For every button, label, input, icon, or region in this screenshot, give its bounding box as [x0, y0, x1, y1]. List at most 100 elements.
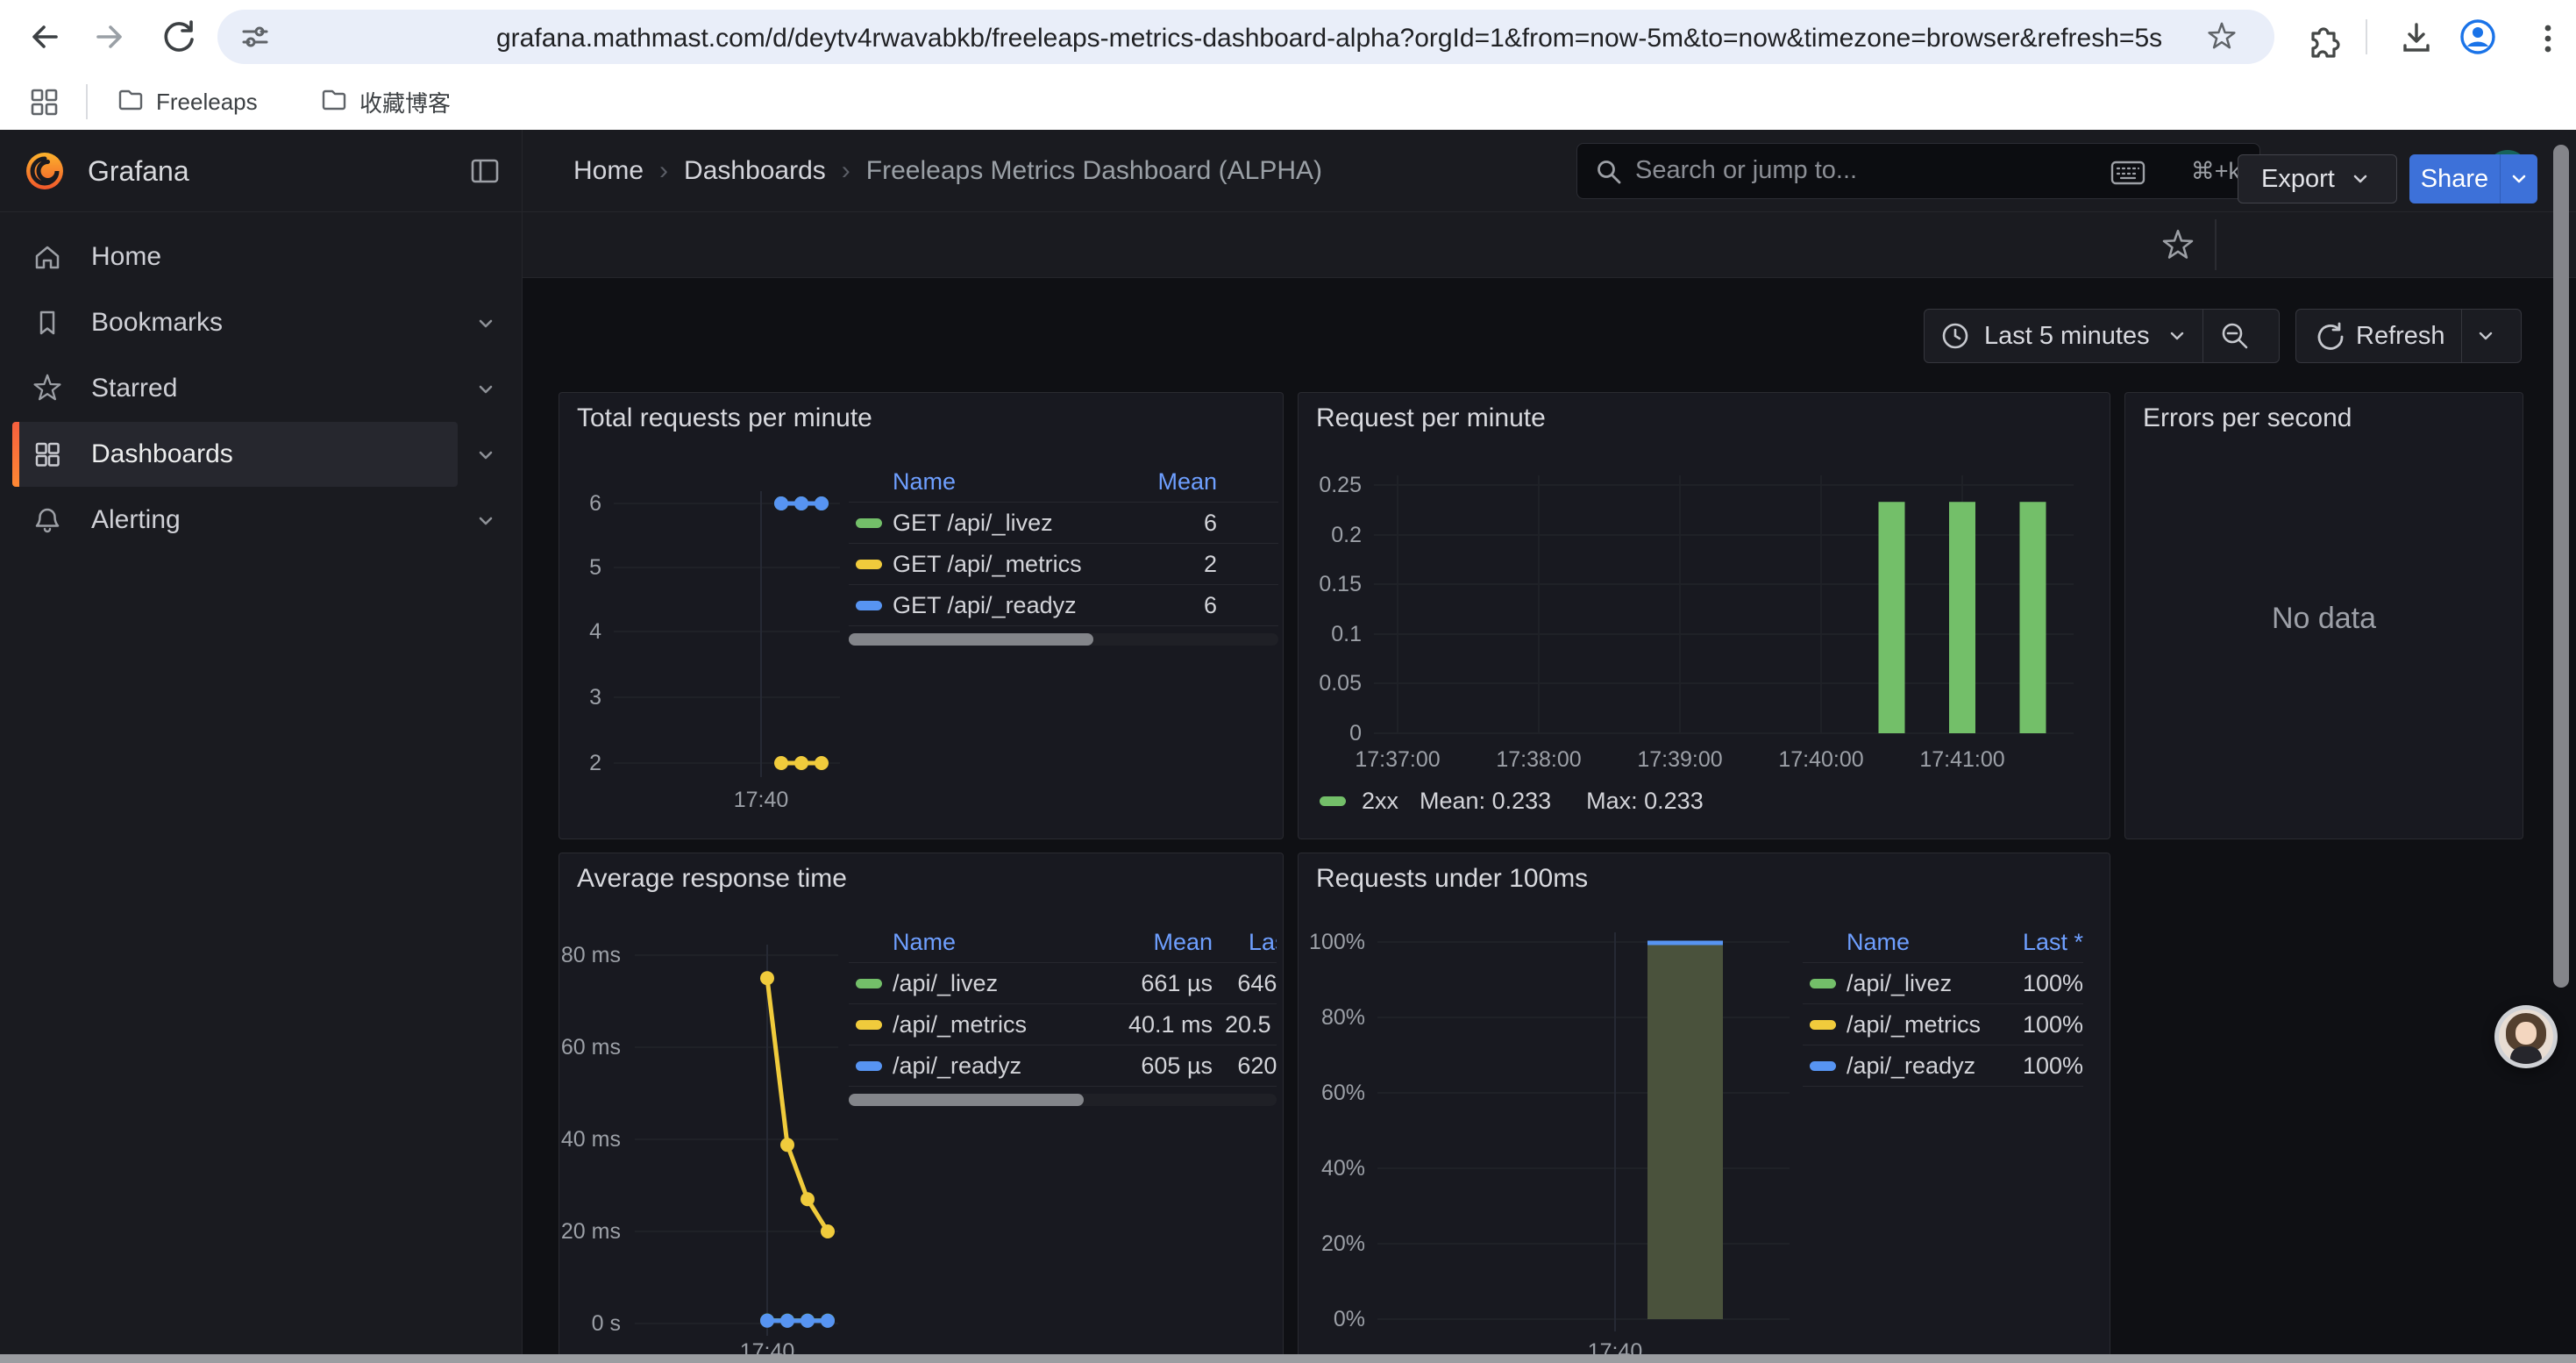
- sidebar-item-alerting[interactable]: Alerting: [0, 488, 523, 553]
- url-text[interactable]: grafana.mathmast.com/d/deytv4rwavabkb/fr…: [496, 23, 2364, 54]
- panel-total-requests-per-minute: Total requests per minute 6543217:40Name…: [559, 392, 1284, 839]
- legend-cell: 2: [1121, 551, 1217, 578]
- extensions-icon[interactable]: [2302, 19, 2341, 58]
- chevron-down-icon: [2508, 168, 2530, 190]
- sidebar-item-bookmarks[interactable]: Bookmarks: [0, 290, 523, 355]
- y-axis-tick: 100%: [1299, 928, 1365, 956]
- share-button[interactable]: Share: [2409, 154, 2537, 203]
- share-menu-button[interactable]: [2500, 154, 2537, 203]
- forward-icon[interactable]: [91, 18, 130, 56]
- toolbar-divider: [2366, 19, 2367, 54]
- legend-cell: 100%: [1996, 1011, 2083, 1038]
- button-divider: [2461, 310, 2462, 362]
- chevron-down-icon[interactable]: [473, 311, 498, 336]
- y-axis-tick: 0%: [1299, 1305, 1365, 1333]
- site-settings-icon[interactable]: [238, 20, 272, 54]
- panel-title[interactable]: Errors per second: [2143, 403, 2352, 433]
- legend-row[interactable]: /api/_metrics100%: [1803, 1004, 2083, 1045]
- legend-row[interactable]: GET /api/_livez6: [849, 503, 1278, 544]
- legend-column-header[interactable]: Mean: [1121, 468, 1217, 496]
- legend-row[interactable]: GET /api/_readyz6: [849, 585, 1278, 626]
- panel-average-response-time: Average response time 80 ms60 ms40 ms20 …: [559, 853, 1284, 1363]
- x-axis-tick: 17:40:00: [1751, 746, 1891, 774]
- legend-cell: /api/_metrics: [893, 1011, 1099, 1038]
- grafana-logo-icon[interactable]: [23, 149, 67, 193]
- panel-title[interactable]: Average response time: [577, 864, 847, 894]
- apps-grid-icon[interactable]: [30, 88, 58, 116]
- url-bar[interactable]: grafana.mathmast.com/d/deytv4rwavabkb/fr…: [217, 10, 2274, 64]
- legend-row[interactable]: /api/_metrics40.1 ms20.5 ms: [849, 1004, 1277, 1045]
- panel-title[interactable]: Requests under 100ms: [1316, 864, 1588, 894]
- legend-max: Max: 0.233: [1586, 788, 1704, 815]
- y-axis-tick: 4: [563, 617, 601, 646]
- chevron-down-icon[interactable]: [473, 443, 498, 467]
- button-divider: [2202, 310, 2203, 362]
- chevron-down-icon[interactable]: [473, 509, 498, 533]
- legend-column-header[interactable]: Last *: [1213, 929, 1277, 956]
- legend-column-header[interactable]: Name: [893, 468, 1121, 496]
- window-bottom-scrollbar[interactable]: [0, 1354, 2576, 1363]
- series-swatch: [849, 1061, 893, 1071]
- page-scrollbar[interactable]: [2553, 145, 2569, 988]
- sidebar-item-label: Alerting: [91, 488, 181, 553]
- share-label[interactable]: Share: [2409, 154, 2500, 203]
- favorite-star-icon[interactable]: [2160, 228, 2195, 263]
- no-data-message: No data: [2125, 602, 2523, 636]
- profile-icon[interactable]: [2459, 18, 2497, 56]
- legend-column-header[interactable]: Name: [893, 929, 1099, 956]
- time-range-picker[interactable]: Last 5 minutes: [1924, 309, 2280, 363]
- panel-title[interactable]: Request per minute: [1316, 403, 1546, 433]
- breadcrumb-item[interactable]: Dashboards: [684, 156, 826, 186]
- y-axis-tick: 0.25: [1306, 471, 1362, 499]
- sidebar-item-label: Dashboards: [91, 422, 233, 487]
- legend-column-header[interactable]: Mean: [1099, 929, 1213, 956]
- chevron-down-icon: [2166, 325, 2188, 347]
- y-axis-tick: 5: [563, 553, 601, 582]
- legend-cell: /api/_metrics: [1847, 1011, 1996, 1038]
- time-range-label: Last 5 minutes: [1984, 322, 2150, 351]
- export-button[interactable]: Export: [2238, 154, 2397, 203]
- legend-column-header[interactable]: Last *: [1996, 929, 2083, 956]
- legend-header-row: NameMean: [849, 461, 1278, 503]
- legend-row[interactable]: /api/_readyz100%: [1803, 1045, 2083, 1087]
- legend-row[interactable]: GET /api/_metrics2: [849, 544, 1278, 585]
- screenshot-root: { "browser": { "url": "grafana.mathmast.…: [0, 0, 2576, 1363]
- sidebar-item-starred[interactable]: Starred: [0, 356, 523, 421]
- legend-scrollbar-track[interactable]: [849, 1094, 1277, 1106]
- legend-scrollbar-thumb[interactable]: [849, 1094, 1084, 1106]
- bookmark-folder[interactable]: Freeleaps: [103, 81, 272, 123]
- breadcrumb-item[interactable]: Home: [573, 156, 644, 186]
- legend-scrollbar-thumb[interactable]: [849, 633, 1093, 646]
- series-swatch: [849, 518, 893, 528]
- legend-cell: /api/_livez: [893, 970, 1099, 997]
- legend-cell: 100%: [1996, 970, 2083, 997]
- dock-menu-icon[interactable]: [468, 154, 502, 188]
- search-input[interactable]: Search or jump to... ⌘+k: [1576, 143, 2260, 199]
- back-icon[interactable]: [25, 18, 63, 56]
- x-axis-tick: 17:39:00: [1610, 746, 1750, 774]
- active-item-indicator: [12, 422, 19, 487]
- legend-column-header[interactable]: Name: [1847, 929, 1996, 956]
- zoom-out-icon[interactable]: [2219, 320, 2251, 352]
- legend-row[interactable]: 2xxMean: 0.233Max: 0.233: [1320, 788, 1704, 815]
- legend-row[interactable]: /api/_readyz605 µs620 µs: [849, 1045, 1277, 1087]
- bookmark-folder[interactable]: 收藏博客: [307, 81, 465, 123]
- refresh-icon: [2314, 321, 2344, 351]
- breadcrumb: Home›Dashboards›Freeleaps Metrics Dashbo…: [573, 130, 1322, 212]
- y-axis-tick: 0.05: [1306, 669, 1362, 697]
- bookmark-star-icon[interactable]: [2206, 21, 2238, 53]
- legend-scrollbar-track[interactable]: [849, 633, 1278, 646]
- legend-row[interactable]: /api/_livez100%: [1803, 963, 2083, 1004]
- menu-kebab-icon[interactable]: [2529, 19, 2567, 58]
- reload-icon[interactable]: [160, 18, 198, 56]
- assistant-avatar[interactable]: [2494, 1005, 2558, 1068]
- panel-title[interactable]: Total requests per minute: [577, 403, 872, 433]
- legend-cell: 661 µs: [1099, 970, 1213, 997]
- downloads-icon[interactable]: [2397, 19, 2436, 58]
- refresh-button[interactable]: Refresh: [2295, 309, 2522, 363]
- sidebar-item-dashboards[interactable]: Dashboards: [0, 422, 523, 487]
- legend-series-name: 2xx: [1362, 788, 1398, 815]
- legend-row[interactable]: /api/_livez661 µs646 µs: [849, 963, 1277, 1004]
- sidebar-item-home[interactable]: Home: [0, 225, 523, 289]
- chevron-down-icon[interactable]: [473, 377, 498, 402]
